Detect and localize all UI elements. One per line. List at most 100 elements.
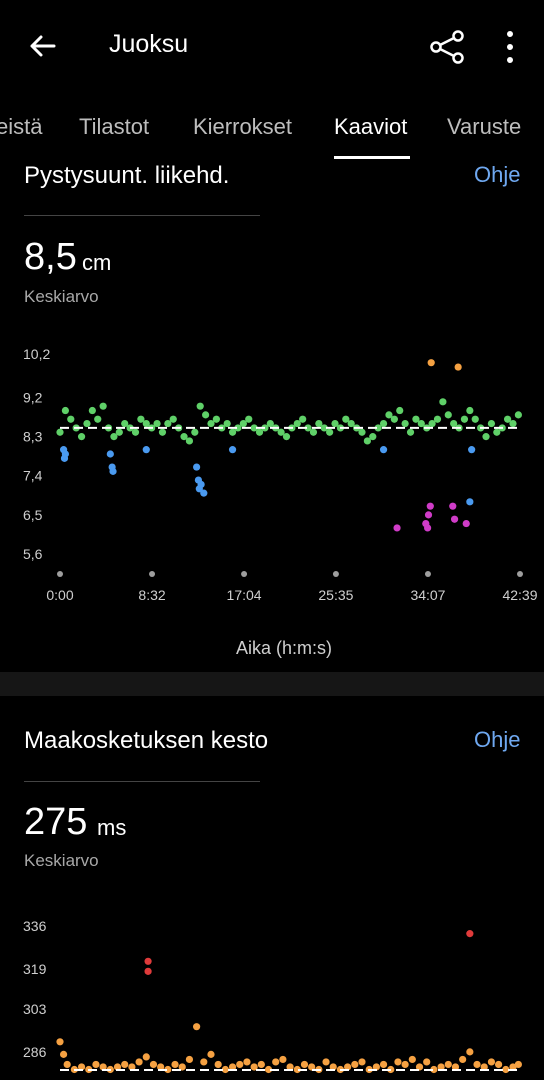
data-point [358, 1058, 366, 1066]
ground-contact-chart: 336 319 303 286 [23, 918, 522, 1074]
data-point [433, 415, 442, 423]
data-point [450, 515, 459, 523]
data-point [142, 1053, 150, 1061]
data-point [514, 411, 522, 419]
data-point [358, 428, 366, 436]
data-point [466, 406, 474, 415]
data-point [63, 1060, 71, 1069]
data-point [487, 419, 496, 428]
data-point [408, 1055, 416, 1064]
data-point [153, 419, 161, 428]
y-tick-label: 319 [23, 961, 47, 977]
more-vertical-icon[interactable] [496, 28, 524, 66]
data-point [135, 1058, 143, 1066]
ground-contact-title: Maakosketuksen kesto [24, 727, 269, 754]
data-point [61, 450, 69, 458]
data-point [369, 433, 377, 441]
x-tick-label: 42:39 [502, 587, 537, 603]
ground-contact-caption: Keskiarvo [24, 851, 99, 870]
active-tab-indicator [334, 156, 410, 159]
vertical-oscillation-help-link[interactable]: Ohje [474, 162, 520, 188]
data-point [131, 428, 140, 436]
data-point [185, 437, 194, 445]
data-point [444, 1060, 452, 1069]
data-point [444, 411, 452, 419]
data-point [322, 1058, 330, 1066]
data-point [212, 415, 220, 423]
data-point [396, 406, 404, 415]
divider [24, 215, 260, 216]
data-point [299, 415, 307, 423]
data-point [197, 480, 205, 489]
vertical-oscillation-caption: Keskiarvo [24, 287, 99, 306]
data-point [468, 446, 476, 454]
x-tick-label: 8:32 [138, 587, 165, 603]
data-point [309, 428, 318, 436]
data-point [67, 415, 75, 423]
x-tick-label: 34:07 [410, 587, 445, 603]
data-point [351, 1060, 359, 1069]
vertical-oscillation-title: Pystysuunt. liikehd. [24, 162, 230, 189]
data-point [423, 1058, 431, 1066]
data-point [466, 930, 474, 938]
data-point [193, 1023, 201, 1031]
x-tick-label: 25:35 [318, 587, 353, 603]
data-point [279, 1055, 287, 1064]
page-title: Juoksu [109, 30, 189, 58]
data-point [394, 1058, 402, 1066]
data-point [171, 1060, 179, 1069]
data-point [401, 1060, 409, 1069]
data-point [59, 1050, 68, 1058]
x-tick-marker [149, 571, 156, 577]
data-point [426, 502, 434, 510]
data-point [509, 419, 517, 428]
data-point [427, 359, 435, 367]
data-point [99, 402, 107, 410]
data-point [272, 1058, 280, 1066]
ground-contact-value: 275 [24, 801, 88, 843]
vertical-oscillation-value: 8,5 [24, 236, 77, 278]
tab-varuste[interactable]: Varuste [447, 114, 521, 140]
data-point [257, 1060, 265, 1069]
tab-kaaviot[interactable]: Kaaviot [334, 114, 407, 140]
data-point [144, 967, 152, 975]
tab-previous[interactable]: eistä [0, 114, 42, 140]
data-point [77, 433, 86, 441]
data-point [109, 467, 117, 475]
data-point [300, 1060, 309, 1069]
vertical-oscillation-chart: 10,2 9,2 8,3 7,4 6,5 5,6 0:00 8:32 17:04 25:35 34:… [23, 346, 538, 603]
data-point [200, 1058, 208, 1066]
data-point [406, 428, 415, 436]
data-point [191, 428, 199, 436]
data-point [462, 519, 470, 528]
app-bar: Juoksu [0, 0, 544, 92]
data-point [56, 428, 64, 436]
data-point [142, 446, 150, 454]
data-point [424, 511, 433, 519]
share-icon[interactable] [428, 28, 466, 66]
data-point [460, 415, 469, 423]
data-point [439, 398, 447, 406]
tab-kierrokset[interactable]: Kierrokset [193, 114, 292, 140]
data-point [169, 415, 177, 423]
data-point [326, 428, 334, 436]
y-tick-label: 7,4 [23, 468, 43, 484]
data-point [214, 1060, 222, 1069]
section-separator [0, 672, 544, 696]
ground-contact-help-link[interactable]: Ohje [474, 727, 520, 753]
data-point [390, 415, 398, 423]
x-tick-label: 0:00 [46, 587, 73, 603]
x-tick-marker [332, 571, 339, 577]
data-point [200, 489, 208, 497]
tab-tilastot[interactable]: Tilastot [79, 114, 149, 140]
data-point [228, 446, 237, 454]
y-tick-label: 336 [23, 918, 47, 934]
data-point [149, 1060, 158, 1069]
data-point [514, 1060, 522, 1069]
data-point [401, 419, 409, 428]
arrow-left-icon[interactable] [24, 28, 60, 64]
data-point [196, 402, 204, 410]
data-point [115, 428, 123, 436]
divider [24, 781, 260, 782]
data-point [424, 524, 432, 532]
